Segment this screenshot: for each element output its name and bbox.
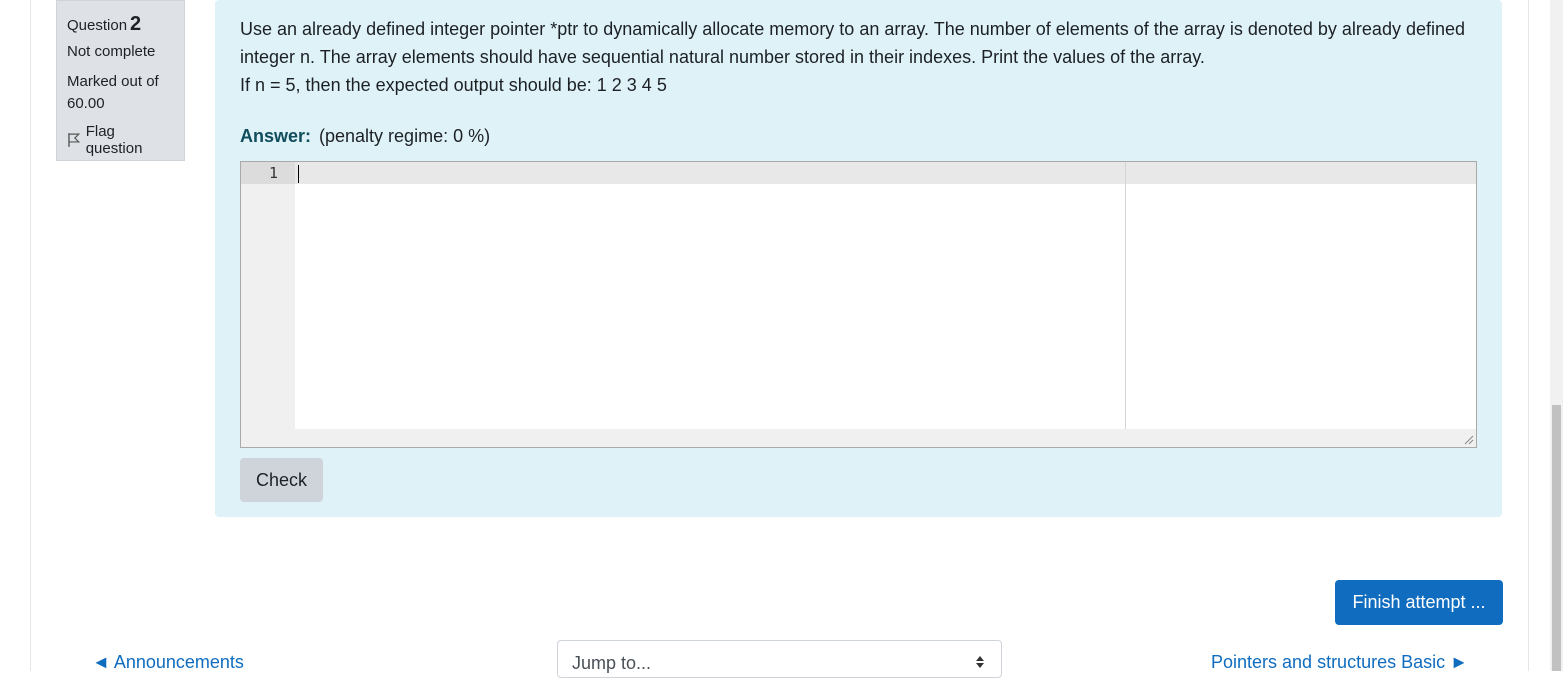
scrollbar-track[interactable]	[1550, 0, 1563, 671]
flag-question-label[interactable]: Flag question	[86, 123, 174, 157]
active-line-highlight	[295, 162, 1476, 184]
check-button[interactable]: Check	[240, 458, 323, 502]
question-text-example: If n = 5, then the expected output shoul…	[240, 75, 667, 95]
scrollbar-thumb[interactable]	[1552, 405, 1561, 671]
previous-activity-link[interactable]: ◄ Announcements	[92, 652, 244, 673]
penalty-regime: (penalty regime: 0 %)	[319, 126, 491, 146]
finish-attempt-button[interactable]: Finish attempt ...	[1335, 580, 1503, 625]
question-text: Use an already defined integer pointer *…	[240, 15, 1475, 99]
question-grade: Marked out of 60.00	[67, 73, 159, 112]
jump-to-select[interactable]: Jump to...	[557, 640, 1002, 678]
question-info-panel: Question 2 Not complete Marked out of 60.…	[56, 0, 185, 161]
question-state: Not complete	[67, 43, 156, 60]
code-editor[interactable]: 1	[240, 161, 1477, 448]
resize-handle-icon[interactable]	[1462, 433, 1474, 445]
answer-label: Answer: (penalty regime: 0 %)	[240, 126, 490, 147]
select-arrows-icon	[976, 656, 984, 668]
jump-to-label: Jump to...	[572, 653, 652, 673]
question-content: Use an already defined integer pointer *…	[215, 0, 1502, 517]
question-number-value: 2	[130, 13, 142, 35]
question-number: Question 2	[67, 13, 174, 36]
flag-question-link[interactable]: Flag question	[67, 123, 174, 157]
editor-bottom-bar	[241, 429, 1476, 447]
print-margin	[1125, 162, 1126, 429]
line-number: 1	[268, 164, 278, 182]
question-text-body: Use an already defined integer pointer *…	[240, 19, 1466, 67]
question-label: Question	[67, 17, 128, 34]
text-cursor	[298, 165, 299, 183]
answer-label-text: Answer:	[240, 126, 312, 146]
flag-icon	[68, 133, 81, 147]
gutter-numbers: 1	[241, 162, 295, 447]
next-activity-link[interactable]: Pointers and structures Basic ►	[1211, 652, 1468, 673]
